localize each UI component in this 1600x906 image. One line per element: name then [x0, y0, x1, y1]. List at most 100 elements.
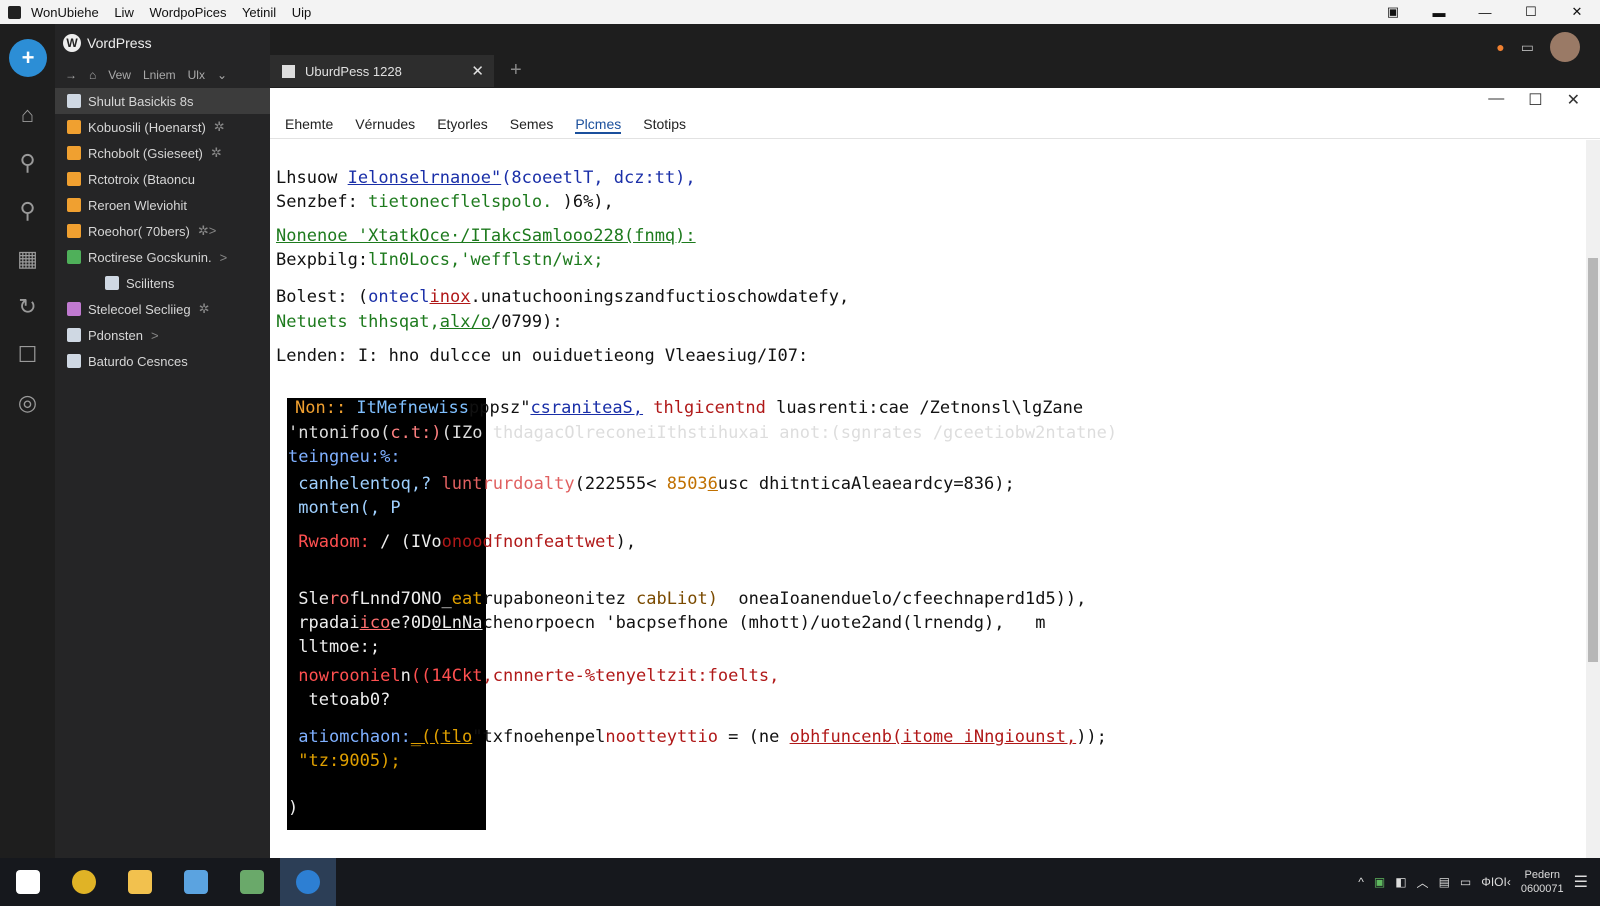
scrollbar-thumb[interactable] — [1588, 258, 1598, 662]
tray-item[interactable]: ▤ — [1439, 875, 1450, 889]
sidebar-item[interactable]: Scilitens — [55, 270, 270, 296]
nav-item[interactable]: Ulx — [188, 68, 205, 82]
notification-icon[interactable]: ● — [1496, 39, 1504, 55]
folder-icon[interactable] — [168, 858, 224, 906]
activity-bar: + ⌂ ⚲ ⚲ ▦ ↻ ☐ ◎ — [0, 24, 55, 870]
windows-start-icon[interactable] — [0, 858, 56, 906]
forward-icon[interactable]: → — [65, 68, 77, 82]
tray-item[interactable]: ▣ — [1374, 875, 1385, 889]
menu-item[interactable]: Liw — [114, 5, 134, 20]
sidebar-item-icon — [67, 146, 81, 160]
sidebar-item-extra-icon[interactable]: ✲ — [211, 145, 222, 161]
editor-window: — ☐ ✕ Ehemte Vérnudes Etyorles Semes Plc… — [270, 88, 1600, 858]
menu-item[interactable]: Uip — [292, 5, 312, 20]
window-icon[interactable]: ☐ — [0, 331, 55, 379]
settings-icon[interactable]: ◎ — [0, 379, 55, 427]
layout-icon[interactable]: ▦ — [0, 235, 55, 283]
sidebar-item-extra-icon[interactable]: ✲> — [198, 223, 216, 239]
sidebar-item-icon — [67, 172, 81, 186]
maximize-button[interactable]: ☐ — [1508, 4, 1554, 20]
file-explorer-icon-glyph — [128, 870, 152, 894]
sidebar-item-label: Baturdo Cesnces — [88, 353, 188, 369]
screenshot-icon[interactable]: ▣ — [1370, 4, 1416, 20]
menu-item[interactable]: WordpoPices — [149, 5, 226, 20]
tray-item[interactable]: ΦΙΟΙ‹ — [1481, 875, 1511, 889]
clock[interactable]: Pedern 0600071 — [1521, 868, 1564, 896]
sidebar-item-icon — [67, 94, 81, 108]
code-line: canhelentoq,? luntrurdoalty(222555< 8503… — [288, 474, 1015, 494]
sidebar-item[interactable]: Stelecoel Secliieg ✲ — [55, 296, 270, 322]
code-line: Bexpbilg:lIn0Locs,'wefflstn/wix; — [276, 250, 604, 270]
home-nav-icon[interactable]: ⌂ — [89, 68, 96, 82]
clock-time: Pedern — [1524, 869, 1560, 881]
notification-center-icon[interactable]: ☰ — [1574, 872, 1588, 892]
editor-menu-item[interactable]: Semes — [510, 116, 554, 134]
sidebar-item-icon — [67, 354, 81, 368]
sidebar-item-extra-icon[interactable]: > — [220, 250, 228, 265]
editor-menu-item[interactable]: Ehemte — [285, 116, 333, 134]
sidebar-item-icon — [67, 224, 81, 238]
sidebar-item-icon — [67, 328, 81, 342]
editor-menu-item[interactable]: Vérnudes — [355, 116, 415, 134]
menu-item[interactable]: WonUbiehe — [31, 5, 99, 20]
sidebar-item[interactable]: Baturdo Cesnces — [55, 348, 270, 374]
menu-item[interactable]: Yetinil — [242, 5, 276, 20]
store-icon[interactable] — [224, 858, 280, 906]
sidebar-item[interactable]: Rchobolt (Gsieseet) ✲ — [55, 140, 270, 166]
sync-icon[interactable]: ↻ — [0, 283, 55, 331]
app-icon — [8, 5, 21, 19]
sidebar-item[interactable]: Pdonsten > — [55, 322, 270, 348]
tray-item[interactable]: ^ — [1358, 875, 1364, 889]
avatar[interactable] — [1550, 32, 1580, 62]
sidebar-item[interactable]: Roctirese Gocskunin. > — [55, 244, 270, 270]
find-icon[interactable]: ⚲ — [0, 187, 55, 235]
code-line: nowroonieln((14Ckt,cnnnerte-%tenyeltzit:… — [288, 666, 780, 686]
close-button[interactable]: ✕ — [1554, 4, 1600, 20]
tray-item[interactable]: ︿ — [1417, 874, 1429, 891]
sidebar-item-icon — [67, 198, 81, 212]
home-icon[interactable]: ⌂ — [0, 91, 55, 139]
phone-icon-glyph — [296, 870, 320, 894]
editor-minimize-button[interactable]: — — [1488, 90, 1504, 110]
sidebar-item[interactable]: Shulut Basickis 8s — [55, 88, 270, 114]
editor-window-controls: — ☐ ✕ — [1488, 90, 1580, 110]
sidebar-item[interactable]: Roeohor( 70bers) ✲> — [55, 218, 270, 244]
editor-maximize-button[interactable]: ☐ — [1528, 90, 1542, 110]
editor-menu-item[interactable]: Stotips — [643, 116, 686, 134]
vertical-scrollbar[interactable] — [1586, 140, 1600, 858]
tray-item[interactable]: ◧ — [1395, 875, 1406, 889]
sidebar-item[interactable]: Rctotroix (Btaoncu — [55, 166, 270, 192]
tab-grid-icon — [282, 64, 295, 78]
editor-close-button[interactable]: ✕ — [1567, 90, 1580, 110]
tray-item[interactable]: ▭ — [1460, 875, 1471, 889]
nav-view[interactable]: Vew — [108, 68, 131, 82]
clock-date: 0600071 — [1520, 883, 1564, 895]
tree-list: Shulut Basickis 8s Kobuosili (Hoenarst) ✲ R… — [55, 88, 270, 374]
search-icon[interactable]: ⚲ — [0, 139, 55, 187]
nav-item[interactable]: Lniem — [143, 68, 176, 82]
editor-menu: Ehemte Vérnudes Etyorles Semes Plcmes St… — [285, 116, 686, 134]
minimize-button[interactable]: — — [1462, 5, 1508, 20]
chevron-down-icon[interactable]: ⌄ — [217, 68, 227, 82]
panel-icon[interactable]: ▭ — [1521, 39, 1534, 56]
sidebar-item-label: Roctirese Gocskunin. — [88, 249, 212, 265]
sidebar-item[interactable]: Kobuosili (Hoenarst) ✲ — [55, 114, 270, 140]
sidebar-item-extra-icon[interactable]: ✲ — [199, 301, 210, 317]
tab-active[interactable]: UburdPess 1228 ✕ — [270, 55, 494, 87]
windows-start-icon-glyph — [16, 870, 40, 894]
phone-icon[interactable] — [280, 858, 336, 906]
editor-menu-item-selected[interactable]: Plcmes — [575, 116, 622, 134]
file-explorer-icon[interactable] — [112, 858, 168, 906]
sidebar-item-extra-icon[interactable]: ✲ — [214, 119, 225, 135]
new-tab-button[interactable]: + — [510, 59, 522, 82]
sidebar-item-extra-icon[interactable]: > — [151, 328, 159, 343]
display-icon[interactable]: ▬ — [1416, 5, 1462, 20]
code-line: Bolest: (onteclinox.unatuchooningszandfu… — [276, 287, 850, 307]
editor-menu-item[interactable]: Etyorles — [437, 116, 488, 134]
code-line: Lhsuow Ielonselrnanoe"(8coeetlT, dcz:tt)… — [276, 168, 696, 188]
code-line: tetoab0? — [288, 690, 391, 710]
sidebar-item[interactable]: Reroen Wleviohit — [55, 192, 270, 218]
tab-close-icon[interactable]: ✕ — [471, 62, 484, 80]
app-logo-icon[interactable]: + — [9, 39, 47, 77]
chrome-icon[interactable] — [56, 858, 112, 906]
